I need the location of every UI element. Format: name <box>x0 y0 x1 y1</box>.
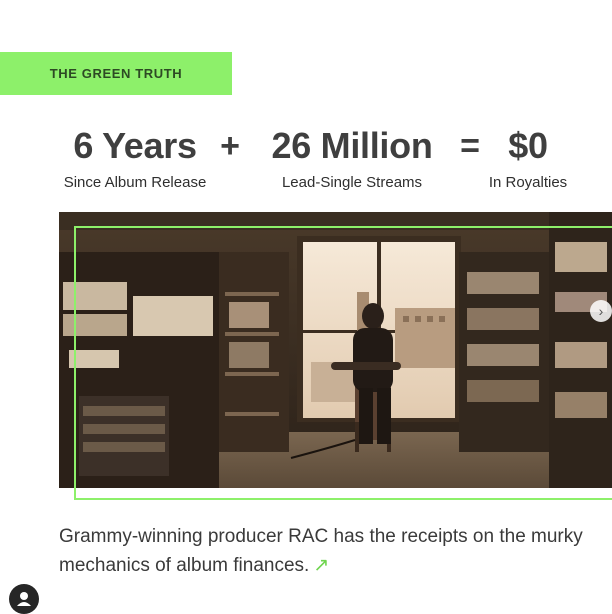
post-caption: Grammy-winning producer RAC has the rece… <box>59 522 599 580</box>
section-tag-label: THE GREEN TRUTH <box>49 66 183 81</box>
external-link-icon[interactable]: ↗ <box>313 555 329 576</box>
section-tag: THE GREEN TRUTH <box>0 52 232 95</box>
stat-streams: 26 Million Lead-Single Streams <box>258 124 446 192</box>
user-icon <box>17 592 31 606</box>
avatar[interactable] <box>9 584 39 614</box>
stat-years-value: 6 Years <box>73 125 197 166</box>
stat-royalties-value: $0 <box>508 125 548 166</box>
stat-royalties-caption: In Royalties <box>488 174 568 191</box>
stat-years-caption: Since Album Release <box>63 174 207 191</box>
stat-royalties: $0 In Royalties <box>480 124 576 192</box>
studio-photo-illustration <box>59 212 612 488</box>
studio-photo <box>59 212 612 488</box>
stat-streams-caption: Lead-Single Streams <box>281 174 423 191</box>
plus-operator: + <box>220 127 240 165</box>
stat-years: 6 Years Since Album Release <box>62 124 208 192</box>
stat-streams-value: 26 Million <box>271 125 433 166</box>
chevron-right-icon[interactable]: › <box>590 300 612 322</box>
